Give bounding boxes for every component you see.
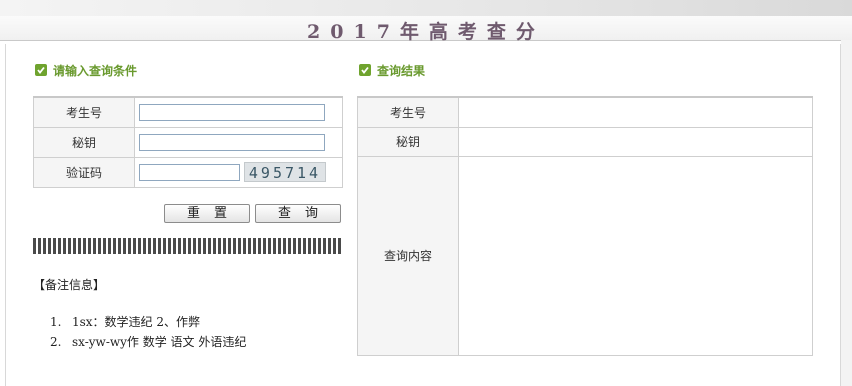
query-button[interactable]: 查询 (255, 204, 341, 223)
list-item: 2. sx-yw-wy作 数学 语文 外语违纪 (50, 334, 246, 354)
checkbox-icon (35, 64, 47, 76)
captcha-image[interactable]: 495714 (244, 162, 326, 182)
list-item-text: 1sx：数学违纪 2、作弊 (72, 315, 201, 329)
result-content-value (458, 155, 813, 356)
list-item-number: 2. (50, 335, 62, 349)
result-row-content: 查询内容 (357, 155, 813, 356)
list-item-text: sx-yw-wy作 数学 语文 外语违纪 (72, 335, 247, 349)
secret-key-input[interactable] (139, 133, 325, 151)
right-margin (841, 40, 852, 386)
captcha-input[interactable] (139, 163, 240, 181)
result-row-exam-number: 考生号 (357, 96, 813, 128)
result-table: 考生号 秘钥 查询内容 (357, 96, 813, 356)
exam-number-input[interactable] (139, 103, 325, 121)
result-content-label: 查询内容 (357, 155, 459, 356)
result-secret-key-label: 秘钥 (357, 126, 459, 157)
page-title: 2017年高考查分 (307, 21, 545, 43)
query-section-heading: 请输入查询条件 (35, 61, 137, 79)
captcha-label: 验证码 (33, 156, 135, 188)
checkbox-icon (359, 64, 371, 76)
reset-button[interactable]: 重置 (164, 204, 250, 223)
list-item: 1. 1sx：数学违纪 2、作弊 (50, 314, 246, 334)
list-item-number: 1. (50, 315, 62, 329)
field-row-captcha: 验证码 495714 (33, 156, 343, 188)
field-row-secret-key: 秘钥 (33, 126, 343, 158)
notes-list: 1. 1sx：数学违纪 2、作弊 2. sx-yw-wy作 数学 语文 外语违纪 (50, 314, 246, 354)
header-band (0, 0, 852, 16)
result-section-heading: 查询结果 (359, 61, 425, 79)
captcha-cell: 495714 (134, 156, 343, 188)
exam-number-cell (134, 96, 343, 128)
exam-number-label: 考生号 (33, 96, 135, 128)
striped-divider (33, 238, 343, 254)
field-row-exam-number: 考生号 (33, 96, 343, 128)
result-row-secret-key: 秘钥 (357, 126, 813, 157)
secret-key-label: 秘钥 (33, 126, 135, 158)
notes-title: 【备注信息】 (33, 278, 106, 292)
query-form-table: 考生号 秘钥 验证码 495714 (33, 96, 343, 188)
result-secret-key-value (458, 126, 813, 157)
result-exam-number-value (458, 96, 813, 128)
secret-key-cell (134, 126, 343, 158)
result-heading-text: 查询结果 (377, 63, 426, 78)
result-exam-number-label: 考生号 (357, 96, 459, 128)
query-heading-text: 请输入查询条件 (53, 63, 138, 78)
